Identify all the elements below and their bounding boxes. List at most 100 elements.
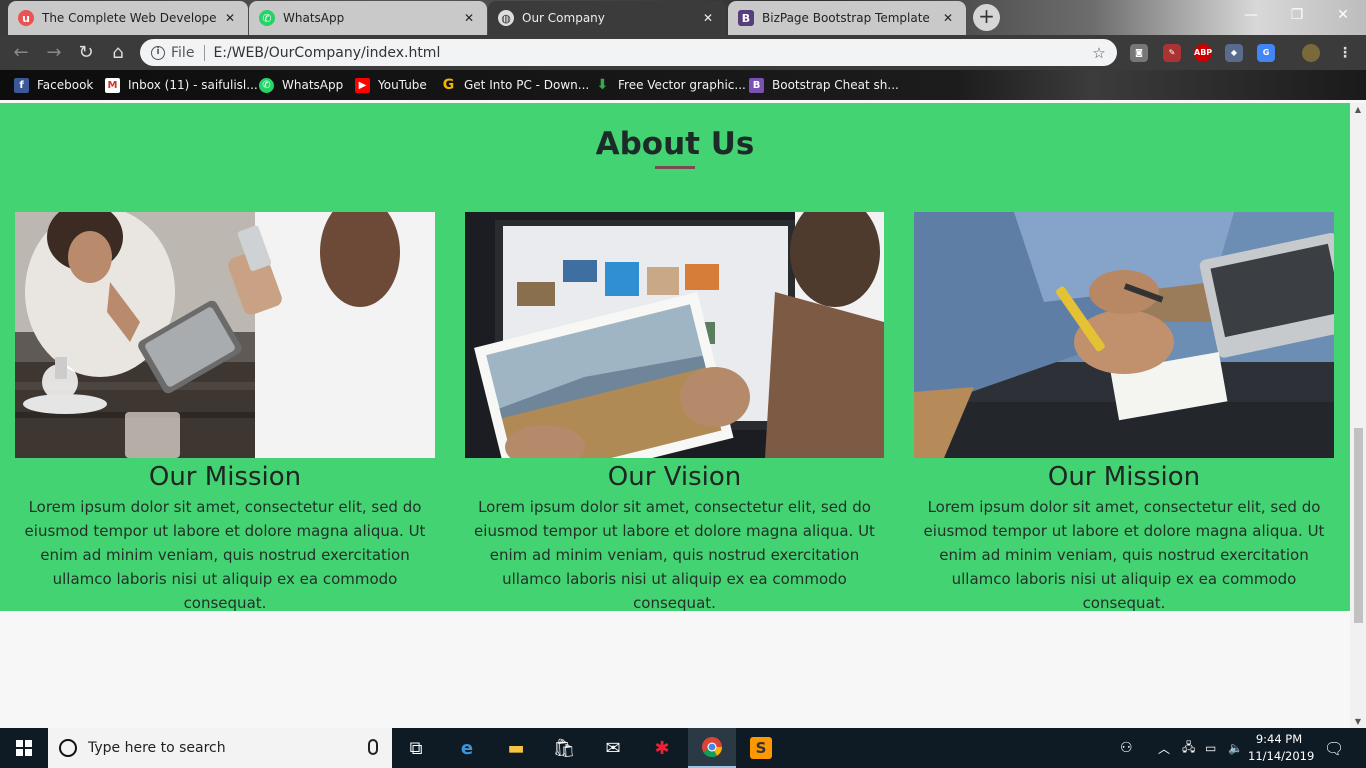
volume-icon[interactable]: 🔈 [1228,728,1243,768]
forward-button[interactable]: → [42,41,66,65]
card-image-photo-in-hands [465,212,884,458]
search-placeholder: Type here to search [88,740,226,756]
whatsapp-icon: ✆ [259,77,274,93]
close-icon[interactable]: ✕ [222,11,238,25]
camera-extension-icon[interactable]: ◙ [1130,44,1148,62]
scroll-down-arrow-icon[interactable]: ▼ [1350,717,1366,726]
bookmark-label: Get Into PC - Down... [464,78,590,92]
menu-kebab-icon[interactable]: ⋮ [1336,44,1354,62]
scheme-label: File [171,44,195,61]
people-icon[interactable]: ⚇ [1120,728,1133,768]
browser-toolbar: ← → ↻ ⌂ i File E:/WEB/OurCompany/index.h… [0,35,1366,70]
bookmark-getintopc[interactable]: G Get Into PC - Down... [441,76,589,94]
bookmark-label: YouTube [378,78,427,92]
bookmark-star-icon[interactable]: ☆ [1087,44,1111,62]
bookmark-youtube[interactable]: ▶ YouTube [355,76,427,94]
card-image-people-with-devices [15,212,435,458]
tab-title: The Complete Web Developer Co [42,11,216,25]
restore-button[interactable]: ❐ [1274,0,1320,30]
facebook-icon: f [14,77,29,93]
bootstrap-cheat-icon: B [749,77,764,93]
sublime-text-icon[interactable]: S [737,728,785,768]
bookmark-gmail[interactable]: M Inbox (11) - saifulisl... [105,76,258,94]
new-tab-button[interactable]: + [973,4,1000,31]
section-title: About Us [595,126,755,162]
tab-bizpage[interactable]: B BizPage Bootstrap Template ✕ [728,1,966,35]
bookmark-label: Bootstrap Cheat sh... [772,78,899,92]
card-text: Lorem ipsum dolor sit amet, consectetur … [923,498,1325,612]
tab-title: WhatsApp [283,11,345,25]
scrollbar-thumb[interactable] [1354,428,1363,623]
taskbar-search-box[interactable]: Type here to search [48,728,392,768]
bookmark-free-vector[interactable]: ⬇ Free Vector graphic... [595,76,746,94]
action-center-icon[interactable]: 🗨 [1324,728,1344,768]
card-heading: Our Mission [148,462,302,492]
gmail-icon: M [105,77,120,93]
battery-icon[interactable]: ▭ [1205,728,1216,768]
tab-title: Our Company [522,11,605,25]
bookmark-label: Free Vector graphic... [618,78,746,92]
shield-extension-icon[interactable]: ◆ [1225,44,1243,62]
close-window-button[interactable]: ✕ [1320,0,1366,30]
taskbar-clock[interactable]: 9:44 PM 11/14/2019 [1248,731,1315,765]
download-arrow-icon: ⬇ [596,77,609,93]
minimize-button[interactable]: — [1228,0,1274,30]
security-app-icon[interactable]: ✱ [638,728,686,768]
close-icon[interactable]: ✕ [461,11,477,25]
task-view-icon[interactable]: ⧉ [392,728,440,768]
card-image-person-writing [914,212,1334,458]
bookmark-label: WhatsApp [282,78,344,92]
network-icon[interactable]: 🖧 [1182,728,1195,768]
udemy-icon: u [18,10,34,26]
globe-icon: ◍ [498,10,514,26]
url-text[interactable]: E:/WEB/OurCompany/index.html [213,45,1087,61]
tray-expand-icon[interactable]: ︿ [1158,728,1170,768]
bookmark-facebook[interactable]: f Facebook [14,76,93,94]
bookmark-whatsapp[interactable]: ✆ WhatsApp [259,76,343,94]
close-icon[interactable]: ✕ [700,11,716,25]
bookmark-bootstrap-cheat[interactable]: B Bootstrap Cheat sh... [749,76,899,94]
tab-udemy[interactable]: u The Complete Web Developer Co ✕ [8,1,248,35]
avatar[interactable] [1302,44,1320,62]
tab-whatsapp[interactable]: ✆ WhatsApp ✕ [249,1,487,35]
microphone-icon[interactable] [368,739,378,755]
google-translate-icon[interactable]: G [1257,44,1275,62]
file-explorer-icon[interactable]: ▬ [492,728,540,768]
mail-icon[interactable]: ✉ [589,728,637,768]
edge-browser-icon[interactable]: e [443,728,491,768]
about-card-vision: Our Vision Lorem ipsum dolor sit amet, c… [465,212,884,615]
title-underline [655,166,695,169]
home-button[interactable]: ⌂ [106,41,130,65]
browser-tab-strip: u The Complete Web Developer Co ✕ ✆ What… [0,0,1366,35]
bookmarks-bar: f Facebook M Inbox (11) - saifulisl... ✆… [0,70,1366,100]
back-button[interactable]: ← [9,41,33,65]
chrome-icon[interactable] [688,728,736,768]
info-icon[interactable]: i [151,45,165,60]
page-scrollbar[interactable]: ▲ ▼ [1350,103,1366,728]
windows-logo-icon [16,740,32,756]
tab-title: BizPage Bootstrap Template [762,11,930,25]
card-text: Lorem ipsum dolor sit amet, consectetur … [474,498,875,612]
whatsapp-icon: ✆ [259,10,275,26]
scroll-up-arrow-icon[interactable]: ▲ [1350,105,1366,114]
youtube-icon: ▶ [355,77,370,93]
about-card-mission-2: Our Mission Lorem ipsum dolor sit amet, … [914,212,1334,615]
adblock-plus-icon[interactable]: ABP [1194,44,1212,62]
tab-our-company[interactable]: ◍ Our Company ✕ [488,1,726,35]
bookmark-label: Facebook [37,78,94,92]
address-bar[interactable]: i File E:/WEB/OurCompany/index.html ☆ [140,39,1117,66]
windows-taskbar: Type here to search ⧉ e ▬ 🛍 ✉ ✱ S ⚇ ︿ 🖧 … [0,728,1366,768]
clock-time: 9:44 PM [1255,732,1303,746]
store-icon[interactable]: 🛍 [540,728,588,768]
reload-button[interactable]: ↻ [74,41,98,65]
bootstrap-icon: B [738,10,754,26]
clock-date: 11/14/2019 [1248,749,1315,763]
divider [204,44,206,61]
about-card-mission: Our Mission Lorem ipsum dolor sit amet, … [15,212,435,615]
close-icon[interactable]: ✕ [940,11,956,25]
chrome-logo-icon [702,737,723,758]
start-button[interactable] [0,728,48,768]
pen-extension-icon[interactable]: ✎ [1163,44,1181,62]
bookmark-label: Inbox (11) - saifulisl... [128,78,258,92]
card-heading: Our Mission [1047,462,1201,492]
